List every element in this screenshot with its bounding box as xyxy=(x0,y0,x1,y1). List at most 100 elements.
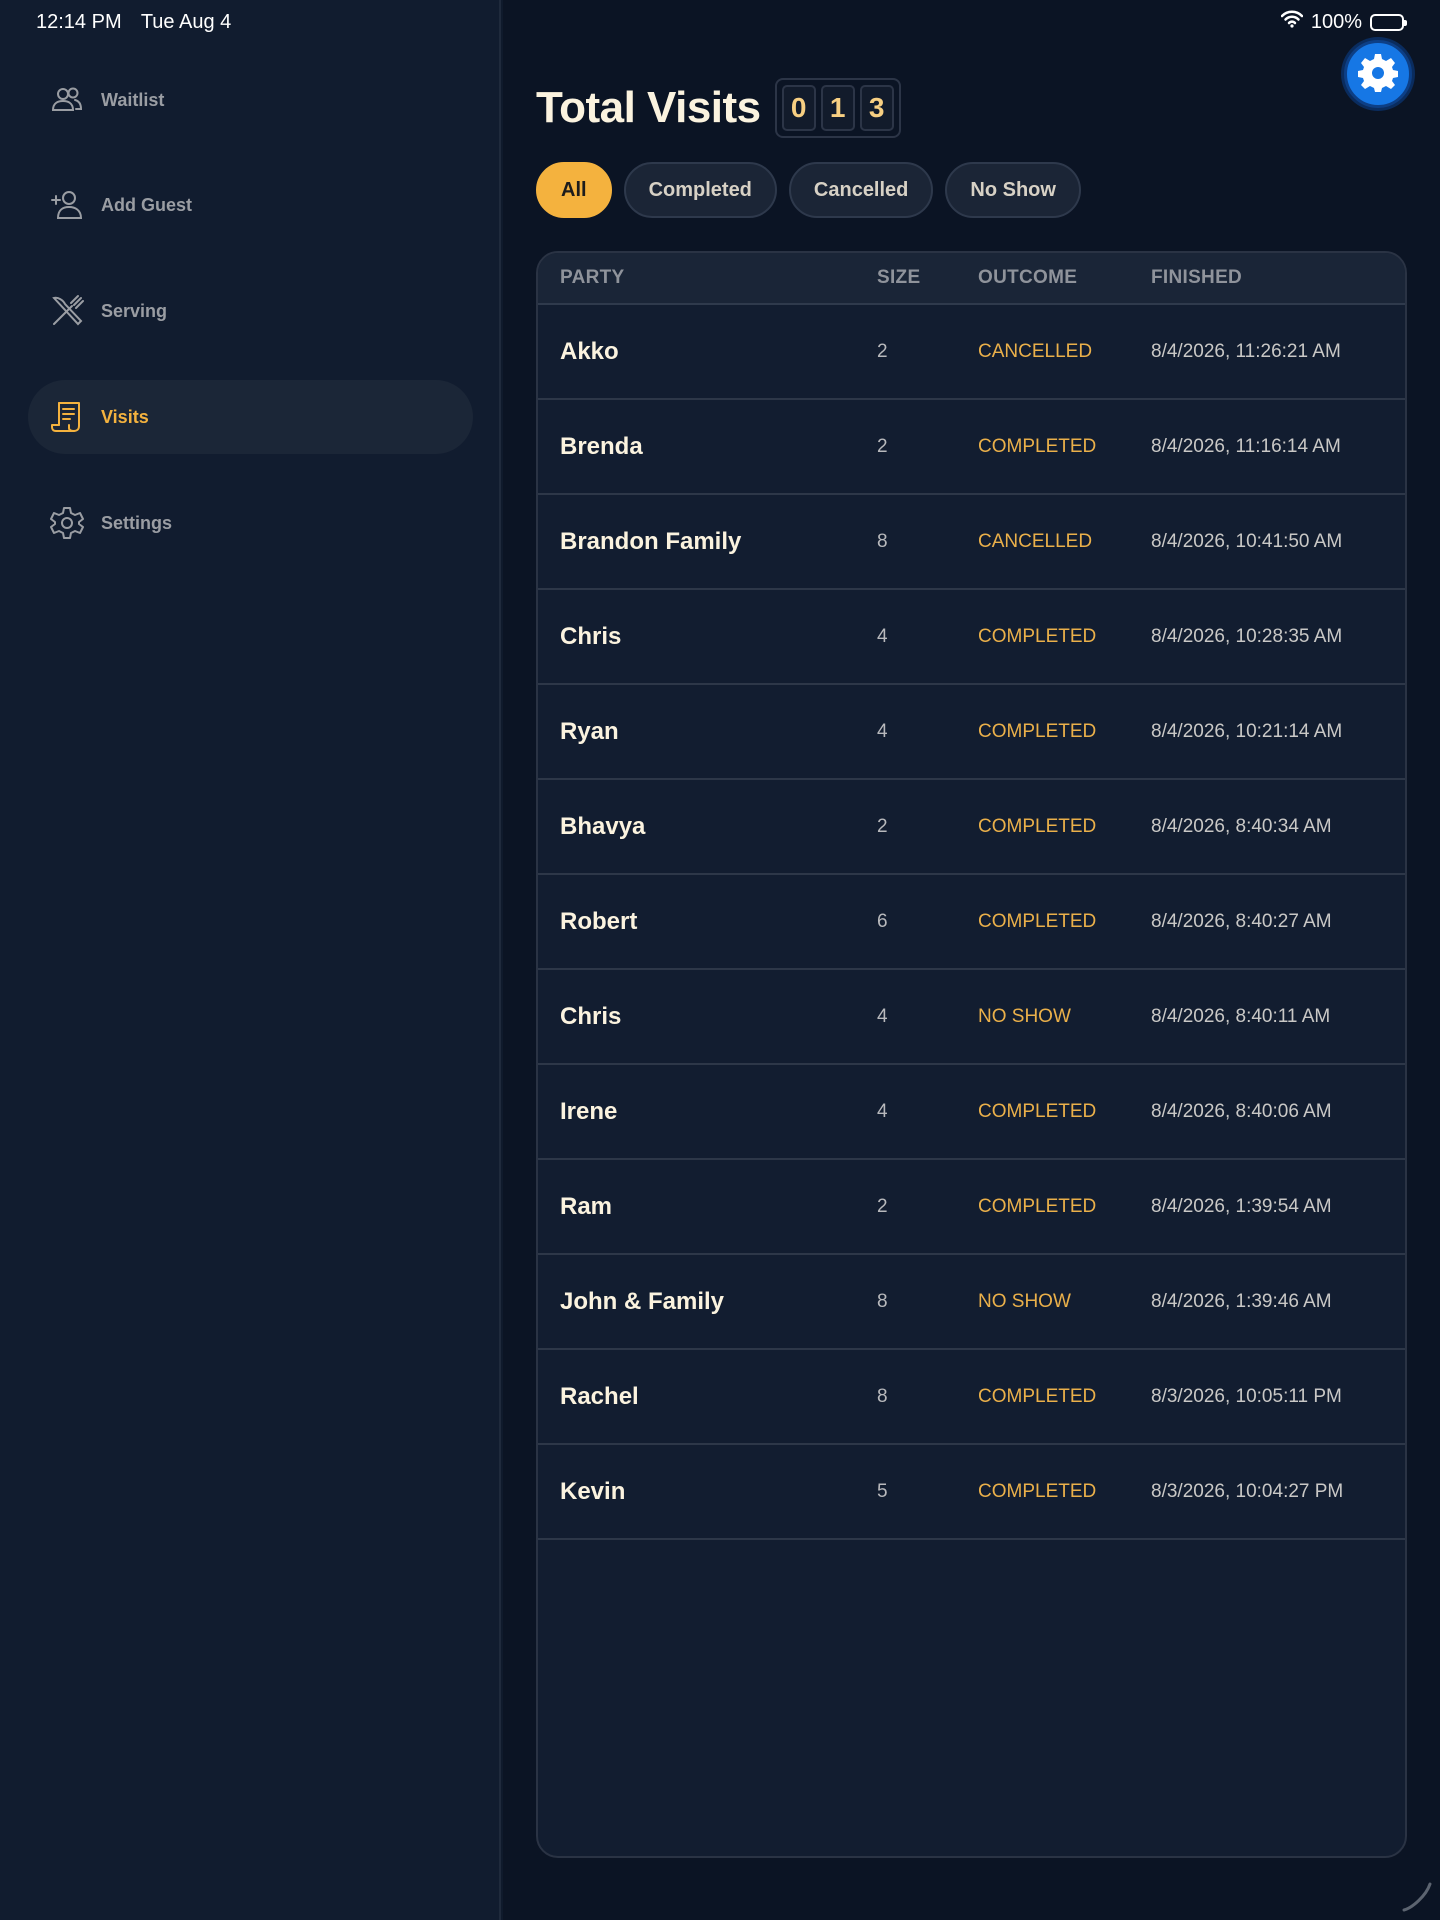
sidebar-item-add-guest[interactable]: Add Guest xyxy=(28,168,473,242)
table-row[interactable]: Chris 4 COMPLETED 8/4/2026, 10:28:35 AM xyxy=(538,590,1405,685)
table-row[interactable]: Akko 2 CANCELLED 8/4/2026, 11:26:21 AM xyxy=(538,305,1405,400)
gear-icon xyxy=(1358,52,1398,97)
finished-time: 8/3/2026, 10:05:11 PM xyxy=(1151,1385,1342,1407)
sidebar-item-label: Visits xyxy=(101,406,149,427)
outcome-status: COMPLETED xyxy=(978,720,1097,742)
column-header-size: SIZE xyxy=(877,267,921,288)
battery-percent: 100% xyxy=(1310,10,1362,33)
sidebar: Waitlist Add Guest Serving Visits Settin… xyxy=(0,0,501,1920)
counter-digit: 3 xyxy=(859,85,894,131)
outcome-status: COMPLETED xyxy=(978,815,1097,837)
party-name: Irene xyxy=(560,1097,618,1125)
finished-time: 8/4/2026, 8:40:34 AM xyxy=(1151,815,1332,837)
filter-chip-completed[interactable]: Completed xyxy=(623,162,777,218)
table-row[interactable]: Brandon Family 8 CANCELLED 8/4/2026, 10:41:… xyxy=(538,495,1405,590)
wifi-icon xyxy=(1280,10,1304,34)
outcome-status: NO SHOW xyxy=(978,1005,1071,1027)
table-row[interactable]: Brenda 2 COMPLETED 8/4/2026, 11:16:14 AM xyxy=(538,400,1405,495)
title-row: Total Visits 0 1 3 xyxy=(536,78,901,138)
party-size: 2 xyxy=(877,340,888,362)
outcome-status: COMPLETED xyxy=(978,1100,1097,1122)
status-date: Tue Aug 4 xyxy=(140,10,232,33)
outcome-status: CANCELLED xyxy=(978,340,1093,362)
gear-icon xyxy=(50,506,84,540)
party-size: 2 xyxy=(877,815,888,837)
filter-chips: All Completed Cancelled No Show xyxy=(536,162,1081,218)
table-row[interactable]: Chris 4 NO SHOW 8/4/2026, 8:40:11 AM xyxy=(538,970,1405,1065)
finished-time: 8/4/2026, 8:40:11 AM xyxy=(1151,1005,1331,1027)
sidebar-item-serving[interactable]: Serving xyxy=(28,274,473,348)
party-name: Bhavya xyxy=(560,812,646,840)
table-row[interactable]: Irene 4 COMPLETED 8/4/2026, 8:40:06 AM xyxy=(538,1065,1405,1160)
party-size: 4 xyxy=(877,720,888,742)
party-size: 5 xyxy=(877,1480,888,1502)
people-icon xyxy=(50,83,84,117)
party-size: 4 xyxy=(877,1100,888,1122)
column-header-finished: FINISHED xyxy=(1151,267,1243,288)
status-bar: 12:14 PM Tue Aug 4 100% xyxy=(0,0,1440,44)
table-row[interactable]: Bhavya 2 COMPLETED 8/4/2026, 8:40:34 AM xyxy=(538,780,1405,875)
table-header: PARTY SIZE OUTCOME FINISHED xyxy=(538,253,1405,305)
page-title: Total Visits xyxy=(536,83,761,132)
sidebar-item-label: Serving xyxy=(101,300,168,321)
outcome-status: CANCELLED xyxy=(978,530,1093,552)
resize-handle-icon xyxy=(1400,1880,1434,1914)
party-name: John & Family xyxy=(560,1287,725,1315)
finished-time: 8/4/2026, 8:40:27 AM xyxy=(1151,910,1332,932)
party-name: Brandon Family xyxy=(560,527,742,555)
party-name: Chris xyxy=(560,1002,622,1030)
filter-chip-no-show[interactable]: No Show xyxy=(945,162,1081,218)
column-header-party: PARTY xyxy=(560,267,625,288)
party-size: 6 xyxy=(877,910,888,932)
outcome-status: COMPLETED xyxy=(978,625,1097,647)
counter-digit: 1 xyxy=(820,85,855,131)
table-row[interactable]: John & Family 8 NO SHOW 8/4/2026, 1:39:46 A… xyxy=(538,1255,1405,1350)
table-row[interactable]: Robert 6 COMPLETED 8/4/2026, 8:40:27 AM xyxy=(538,875,1405,970)
table-row[interactable]: Ryan 4 COMPLETED 8/4/2026, 10:21:14 AM xyxy=(538,685,1405,780)
column-header-outcome: OUTCOME xyxy=(978,267,1078,288)
party-size: 4 xyxy=(877,625,888,647)
visit-counter: 0 1 3 xyxy=(774,78,901,138)
party-size: 8 xyxy=(877,1290,888,1312)
table-row[interactable]: Ram 2 COMPLETED 8/4/2026, 1:39:54 AM xyxy=(538,1160,1405,1255)
party-name: Kevin xyxy=(560,1477,626,1505)
utensils-icon xyxy=(50,294,84,328)
finished-time: 8/4/2026, 8:40:06 AM xyxy=(1151,1100,1332,1122)
party-size: 4 xyxy=(877,1005,888,1027)
outcome-status: COMPLETED xyxy=(978,910,1097,932)
party-name: Rachel xyxy=(560,1382,639,1410)
outcome-status: COMPLETED xyxy=(978,1480,1097,1502)
party-name: Brenda xyxy=(560,432,643,460)
status-right: 100% xyxy=(1280,10,1407,34)
filter-chip-all[interactable]: All xyxy=(536,162,612,218)
filter-chip-cancelled[interactable]: Cancelled xyxy=(788,162,934,218)
finished-time: 8/4/2026, 11:26:21 AM xyxy=(1151,340,1341,362)
outcome-status: COMPLETED xyxy=(978,1195,1097,1217)
party-size: 2 xyxy=(877,435,888,457)
sidebar-item-waitlist[interactable]: Waitlist xyxy=(28,63,473,137)
visits-table: PARTY SIZE OUTCOME FINISHED Akko 2 CANCELL… xyxy=(536,251,1407,1858)
main-content: Total Visits 0 1 3 All Completed Cancell… xyxy=(503,0,1440,1920)
finished-time: 8/4/2026, 11:16:14 AM xyxy=(1151,435,1341,457)
sidebar-item-settings[interactable]: Settings xyxy=(28,486,473,560)
table-row[interactable]: Rachel 8 COMPLETED 8/3/2026, 10:05:11 PM xyxy=(538,1350,1405,1445)
outcome-status: COMPLETED xyxy=(978,435,1097,457)
party-name: Ryan xyxy=(560,717,619,745)
party-size: 2 xyxy=(877,1195,888,1217)
table-body: Akko 2 CANCELLED 8/4/2026, 11:26:21 AM Brend… xyxy=(538,305,1405,1540)
status-left: 12:14 PM Tue Aug 4 xyxy=(36,11,245,34)
party-size: 8 xyxy=(877,530,888,552)
outcome-status: COMPLETED xyxy=(978,1385,1097,1407)
table-row[interactable]: Kevin 5 COMPLETED 8/3/2026, 10:04:27 PM xyxy=(538,1445,1405,1540)
status-time: 12:14 PM xyxy=(36,10,122,33)
finished-time: 8/4/2026, 1:39:46 AM xyxy=(1151,1290,1332,1312)
party-size: 8 xyxy=(877,1385,888,1407)
finished-time: 8/4/2026, 10:41:50 AM xyxy=(1151,530,1343,552)
settings-fab-button[interactable] xyxy=(1344,40,1412,108)
add-person-icon xyxy=(50,188,84,222)
party-name: Robert xyxy=(560,907,638,935)
battery-icon xyxy=(1370,13,1407,31)
sidebar-item-visits[interactable]: Visits xyxy=(28,380,473,454)
finished-time: 8/4/2026, 1:39:54 AM xyxy=(1151,1195,1332,1217)
party-name: Akko xyxy=(560,337,619,365)
